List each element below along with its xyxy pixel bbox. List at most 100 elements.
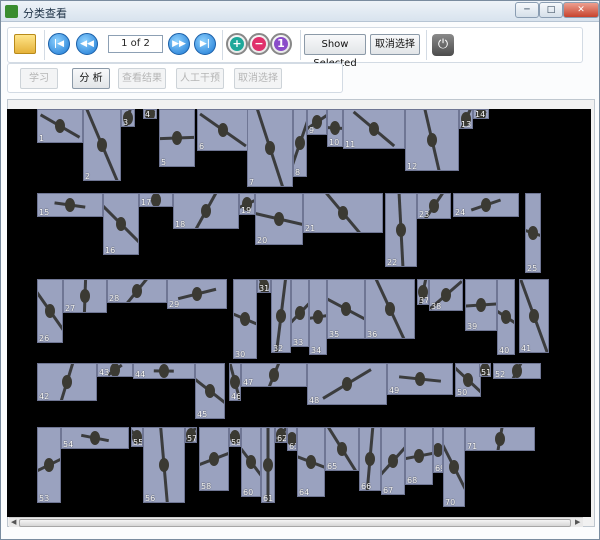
gallery-image[interactable]: 57 xyxy=(185,427,197,443)
gallery-image[interactable]: 68 xyxy=(405,427,433,485)
gallery-image[interactable]: 58 xyxy=(199,427,229,491)
gallery-image[interactable]: 30 xyxy=(233,279,257,359)
image-gallery[interactable]: 1 2 3 4 5 6 7 8 9 10 11 12 13 14 15 16 17 18 19 20 21 22 23 24 2… xyxy=(7,109,591,517)
gallery-image[interactable]: 36 xyxy=(365,279,415,339)
gallery-image[interactable]: 51 xyxy=(479,363,491,377)
gallery-image[interactable]: 52 xyxy=(493,363,541,379)
gallery-image[interactable]: 34 xyxy=(309,279,327,355)
gallery-image[interactable]: 16 xyxy=(103,193,139,255)
close-button[interactable]: ✕ xyxy=(563,2,599,18)
cancel-selection-button[interactable]: 取消选择 xyxy=(370,34,420,55)
gallery-image[interactable]: 59 xyxy=(229,427,241,447)
gallery-image[interactable]: 48 xyxy=(307,363,387,405)
gallery-image[interactable]: 43 xyxy=(97,363,133,377)
gallery-image[interactable]: 67 xyxy=(381,427,405,495)
gallery-image[interactable]: 56 xyxy=(143,427,185,503)
gallery-image[interactable]: 29 xyxy=(167,279,227,309)
gallery-image[interactable]: 6 xyxy=(197,109,249,151)
gallery-image[interactable]: 69 xyxy=(433,427,443,473)
next-page-icon[interactable]: ▶▶ xyxy=(168,33,190,55)
gallery-image[interactable]: 46 xyxy=(229,363,241,401)
gallery-image[interactable]: 40 xyxy=(497,279,515,355)
gallery-image[interactable]: 60 xyxy=(241,427,261,497)
gallery-image[interactable]: 17 xyxy=(139,193,173,207)
minimize-button[interactable]: ─ xyxy=(515,2,539,18)
gallery-image[interactable]: 66 xyxy=(359,427,381,491)
gallery-image[interactable]: 38 xyxy=(429,279,463,311)
gallery-image[interactable]: 13 xyxy=(459,109,473,129)
previous-page-icon[interactable]: ◀◀ xyxy=(76,33,98,55)
gallery-image[interactable]: 15 xyxy=(37,193,103,217)
gallery-image[interactable]: 26 xyxy=(37,279,63,343)
gallery-image[interactable]: 54 xyxy=(61,427,129,449)
gallery-image[interactable]: 7 xyxy=(247,109,293,187)
gallery-image[interactable]: 41 xyxy=(519,279,549,353)
show-selected-button[interactable]: Show Selected xyxy=(304,34,366,69)
scroll-left-icon[interactable]: ◀ xyxy=(11,518,16,526)
gallery-image[interactable]: 19 xyxy=(239,193,255,215)
open-folder-icon[interactable] xyxy=(14,34,36,54)
manual-intervention-button[interactable]: 人工干预 xyxy=(176,68,224,89)
gallery-image[interactable]: 42 xyxy=(37,363,97,401)
gallery-image[interactable]: 71 xyxy=(465,427,535,451)
gallery-image[interactable]: 9 xyxy=(307,109,327,135)
gallery-image[interactable]: 47 xyxy=(241,363,307,387)
cancel-selection-button-2[interactable]: 取消选择 xyxy=(234,68,282,89)
gallery-image[interactable]: 14 xyxy=(473,109,489,119)
last-page-icon[interactable]: ▶| xyxy=(194,33,216,55)
gallery-image[interactable]: 55 xyxy=(131,427,143,447)
gallery-image[interactable]: 45 xyxy=(195,363,225,419)
power-icon[interactable]: ⏻ xyxy=(432,34,454,56)
gallery-image[interactable]: 28 xyxy=(107,279,167,303)
gallery-image[interactable]: 32 xyxy=(271,279,291,353)
gallery-image[interactable]: 37 xyxy=(417,279,429,305)
scroll-right-icon[interactable]: ▶ xyxy=(575,518,580,526)
image-number: 51 xyxy=(481,368,491,377)
horizontal-scrollbar[interactable]: ◀ ▶ xyxy=(9,517,583,527)
gallery-image[interactable]: 53 xyxy=(37,427,61,503)
plankton-body xyxy=(201,204,211,218)
gallery-image[interactable]: 65 xyxy=(325,427,359,471)
gallery-image[interactable]: 1 xyxy=(37,109,83,143)
gallery-image[interactable]: 70 xyxy=(443,427,465,507)
gallery-image[interactable]: 24 xyxy=(453,193,519,217)
zoom-out-icon[interactable]: − xyxy=(248,33,270,55)
gallery-image[interactable]: 61 xyxy=(261,427,275,503)
learn-button[interactable]: 学习 xyxy=(20,68,58,89)
gallery-image[interactable]: 4 xyxy=(143,109,157,119)
gallery-image[interactable]: 23 xyxy=(417,193,451,219)
gallery-image[interactable]: 3 xyxy=(121,109,135,127)
analyze-button[interactable]: 分 析 xyxy=(72,68,110,89)
zoom-fit-icon[interactable]: 1 xyxy=(270,33,292,55)
image-number: 31 xyxy=(259,284,270,293)
gallery-image[interactable]: 2 xyxy=(83,109,121,181)
gallery-image[interactable]: 20 xyxy=(255,193,303,245)
gallery-image[interactable]: 22 xyxy=(385,193,417,267)
gallery-image[interactable]: 5 xyxy=(159,109,195,167)
gallery-image[interactable]: 12 xyxy=(405,109,459,171)
gallery-image[interactable]: 21 xyxy=(303,193,383,233)
gallery-image[interactable]: 49 xyxy=(387,363,453,395)
gallery-image[interactable]: 18 xyxy=(173,193,239,229)
scrollbar-thumb[interactable] xyxy=(19,519,571,527)
gallery-image[interactable]: 63 xyxy=(287,427,297,451)
gallery-image[interactable]: 8 xyxy=(293,109,307,177)
gallery-image[interactable]: 62 xyxy=(275,427,287,443)
plankton-body xyxy=(44,458,54,472)
first-page-icon[interactable]: |◀ xyxy=(48,33,70,55)
gallery-image[interactable]: 27 xyxy=(63,279,107,313)
gallery-image[interactable]: 50 xyxy=(455,363,481,397)
gallery-image[interactable]: 10 xyxy=(327,109,343,147)
gallery-image[interactable]: 35 xyxy=(327,279,365,339)
gallery-image[interactable]: 31 xyxy=(257,279,271,293)
maximize-button[interactable]: □ xyxy=(539,2,563,18)
gallery-image[interactable]: 64 xyxy=(297,427,325,497)
gallery-image[interactable]: 25 xyxy=(525,193,541,273)
image-number: 67 xyxy=(383,486,394,495)
gallery-image[interactable]: 33 xyxy=(291,279,309,347)
gallery-image[interactable]: 44 xyxy=(133,363,195,379)
view-result-button[interactable]: 查看结果 xyxy=(118,68,166,89)
gallery-image[interactable]: 39 xyxy=(465,279,497,331)
zoom-in-icon[interactable]: + xyxy=(226,33,248,55)
gallery-image[interactable]: 11 xyxy=(343,109,405,149)
